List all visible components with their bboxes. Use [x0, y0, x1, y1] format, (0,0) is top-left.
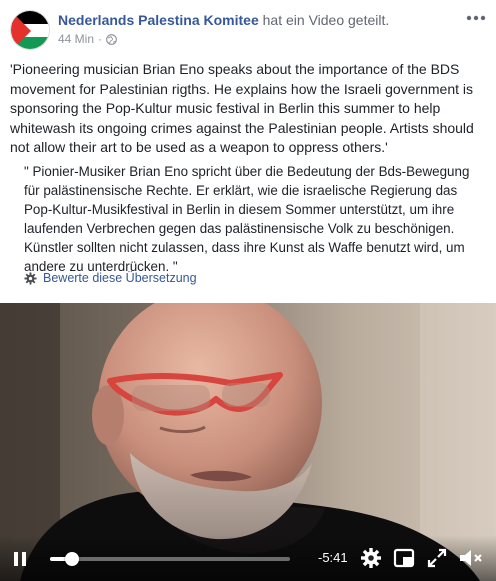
video-player[interactable]: -5:41	[0, 303, 496, 581]
more-options-icon[interactable]	[464, 8, 488, 28]
page-avatar[interactable]	[10, 10, 50, 50]
volume-muted-icon[interactable]	[458, 547, 484, 569]
palestine-flag-icon	[11, 11, 49, 49]
rate-translation-link[interactable]: Bewerte diese Übersetzung	[24, 271, 197, 285]
globe-icon[interactable]	[106, 33, 117, 45]
meta-separator: ·	[98, 32, 103, 46]
post-action-text: hat ein Video geteilt.	[262, 12, 390, 28]
settings-gear-icon[interactable]	[360, 547, 382, 569]
fullscreen-icon[interactable]	[426, 547, 448, 569]
picture-in-picture-icon[interactable]	[393, 547, 415, 569]
video-controls: -5:41	[0, 535, 496, 581]
post-meta: 44 Min ·	[58, 32, 117, 46]
post-text: 'Pioneering musician Brian Eno speaks ab…	[10, 61, 474, 155]
post-timestamp[interactable]: 44 Min	[58, 32, 94, 46]
page-name-link[interactable]: Nederlands Palestina Komitee	[58, 12, 259, 28]
gear-icon	[24, 271, 37, 285]
post-author-line: Nederlands Palestina Komitee hat ein Vid…	[58, 11, 389, 29]
rate-translation-label: Bewerte diese Übersetzung	[43, 271, 197, 285]
translated-text: " Pionier-Musiker Brian Eno spricht über…	[24, 164, 470, 274]
post-header: Nederlands Palestina Komitee hat ein Vid…	[0, 0, 496, 56]
video-progress-handle[interactable]	[64, 552, 79, 566]
video-time-remaining: -5:41	[318, 550, 348, 565]
video-progress-bar[interactable]	[50, 552, 290, 566]
pause-icon[interactable]	[10, 549, 30, 569]
